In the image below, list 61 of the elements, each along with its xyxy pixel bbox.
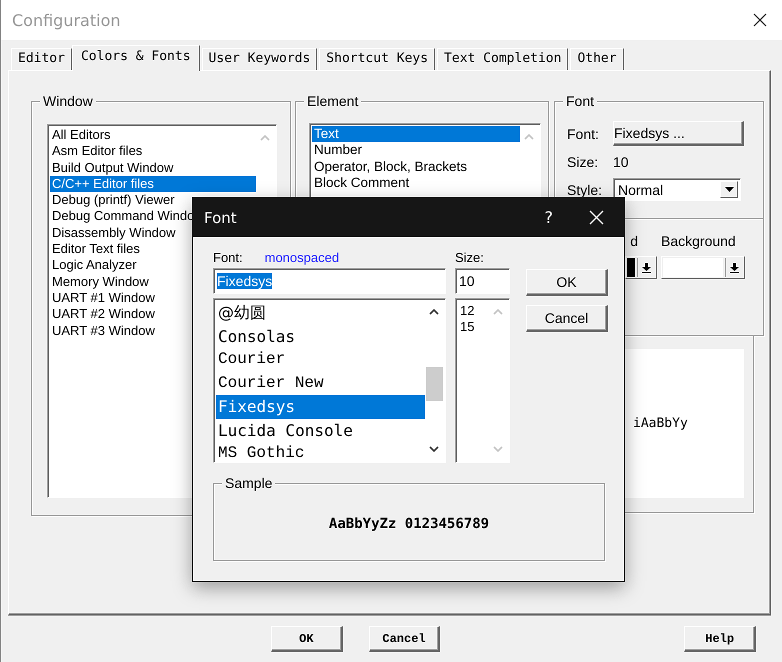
list-item[interactable]: Lucida Console bbox=[216, 418, 425, 442]
ok-button[interactable]: OK bbox=[526, 269, 608, 296]
size-field[interactable]: 10 bbox=[455, 268, 510, 294]
group-label: Window bbox=[40, 93, 96, 109]
list-item[interactable]: Number bbox=[312, 142, 520, 159]
list-item[interactable]: C/C++ Editor files bbox=[50, 176, 256, 192]
tab[interactable]: Editor bbox=[11, 48, 72, 70]
list-item[interactable]: Asm Editor files bbox=[50, 143, 256, 160]
window-title: Configuration bbox=[12, 10, 122, 30]
list-item[interactable]: Text bbox=[312, 126, 520, 142]
tab[interactable]: Colors & Fonts bbox=[72, 45, 200, 71]
tab[interactable]: Text Completion bbox=[437, 48, 568, 70]
font-button[interactable]: Fixedsys ... bbox=[613, 121, 744, 146]
list-item[interactable]: @幼圆 bbox=[216, 301, 425, 324]
list-item[interactable]: Courier bbox=[216, 348, 425, 372]
cancel-button[interactable]: Cancel bbox=[368, 626, 440, 652]
dropdown-arrow-icon[interactable] bbox=[730, 262, 739, 272]
help-button[interactable]: ? bbox=[544, 208, 553, 227]
field-label: Size: bbox=[567, 154, 600, 170]
help-button[interactable]: Help bbox=[684, 626, 756, 652]
tab[interactable]: Other bbox=[570, 48, 624, 70]
list-item[interactable]: Operator, Block, Brackets bbox=[312, 158, 520, 175]
ok-button[interactable]: OK bbox=[271, 626, 343, 652]
close-icon[interactable] bbox=[753, 13, 767, 27]
field-label: Style: bbox=[567, 182, 604, 198]
list-item[interactable]: Consolas bbox=[216, 324, 425, 348]
list-item[interactable]: Block Comment bbox=[312, 174, 520, 192]
list-item[interactable]: Fixedsys bbox=[216, 395, 425, 418]
font-list[interactable]: @幼圆 Consolas Courier Courier New Fixedsys Lucida Console MS Gothic bbox=[213, 298, 446, 463]
preview-text: iAaBbYy bbox=[633, 416, 688, 431]
dialog-title: Font bbox=[204, 208, 238, 226]
list-item[interactable]: All Editors bbox=[50, 127, 256, 144]
list-item[interactable]: Courier New bbox=[216, 372, 425, 395]
dropdown-arrow-icon[interactable] bbox=[642, 262, 651, 272]
group-label: Sample bbox=[222, 475, 276, 491]
color-label: d bbox=[630, 233, 638, 249]
field-label: Size: bbox=[455, 250, 485, 267]
field-label: Font: bbox=[567, 126, 600, 142]
list-item[interactable]: 15 bbox=[458, 319, 489, 335]
color-label: Background bbox=[660, 233, 737, 249]
foreground-color-picker[interactable] bbox=[625, 256, 657, 279]
tab[interactable]: User Keywords bbox=[202, 48, 318, 70]
size-list[interactable]: 12 15 bbox=[455, 298, 510, 463]
scroll-down-icon[interactable] bbox=[429, 446, 439, 452]
field-label: Font: bbox=[213, 250, 243, 267]
group-label: Element bbox=[304, 93, 362, 109]
font-name-field[interactable]: Fixedsys bbox=[213, 268, 446, 294]
tab[interactable]: Shortcut Keys bbox=[319, 48, 436, 70]
list-item[interactable]: 12 bbox=[458, 303, 489, 319]
group-label: Font bbox=[563, 93, 598, 109]
cancel-button[interactable]: Cancel bbox=[526, 305, 608, 332]
scroll-thumb[interactable] bbox=[426, 367, 443, 401]
background-color-picker[interactable] bbox=[661, 256, 745, 279]
hint-text: monospaced bbox=[264, 250, 340, 267]
list-item[interactable]: MS Gothic bbox=[216, 442, 425, 466]
dropdown-arrow-icon[interactable] bbox=[724, 187, 734, 192]
sample-text: AaBbYyZz 0123456789 bbox=[328, 515, 490, 532]
style-dropdown[interactable]: Normal bbox=[613, 178, 741, 201]
size-value: 10 bbox=[613, 153, 630, 172]
list-item[interactable]: Build Output Window bbox=[50, 160, 256, 176]
scroll-up-icon[interactable] bbox=[429, 309, 439, 315]
